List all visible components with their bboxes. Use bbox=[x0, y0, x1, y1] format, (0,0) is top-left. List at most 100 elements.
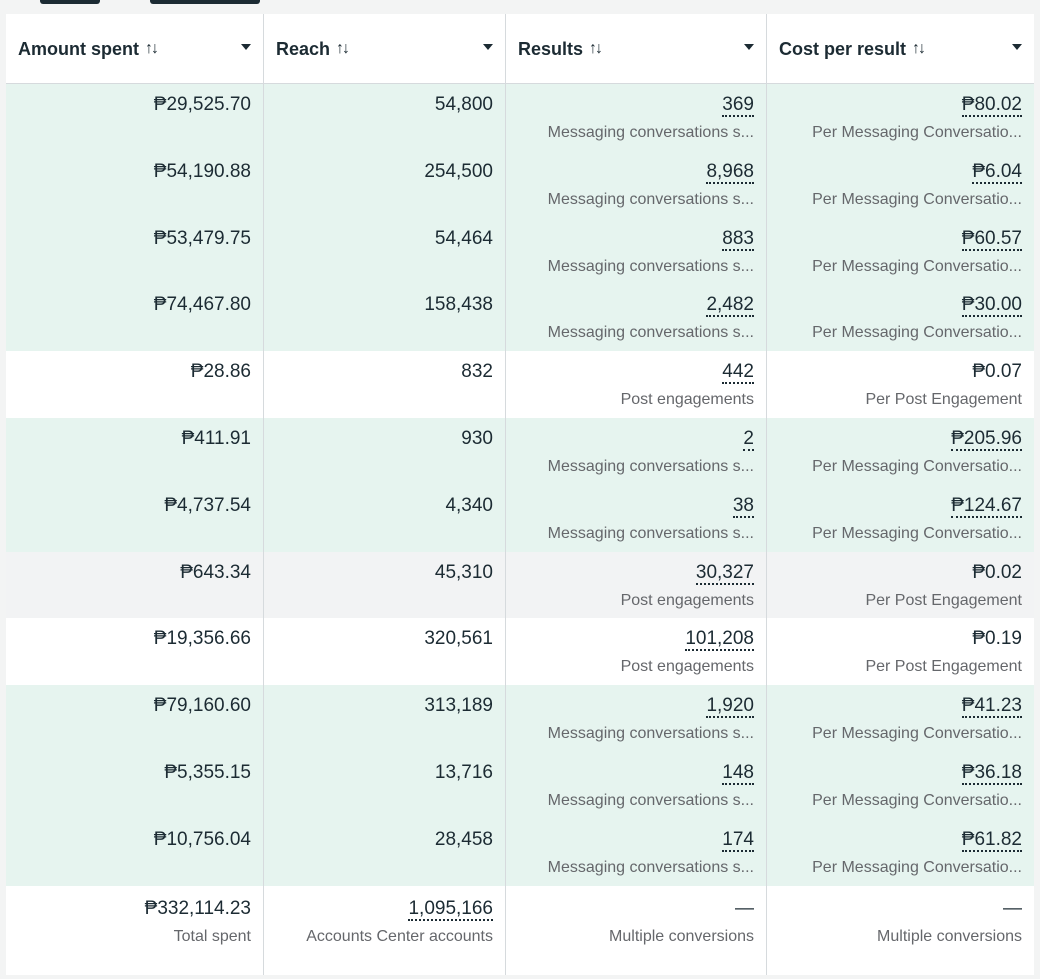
cost-per-result-link[interactable]: ₱80.02 bbox=[961, 94, 1022, 117]
amount-spent-value: ₱28.86 bbox=[190, 361, 251, 383]
column-header-reach[interactable]: Reach ↑↓ bbox=[264, 14, 506, 84]
results-link[interactable]: 30,327 bbox=[695, 561, 754, 585]
cost-type-label: Per Messaging Conversatio... bbox=[812, 324, 1022, 342]
cost-per-result-cell: ₱205.96 Per Messaging Conversatio... bbox=[767, 418, 1034, 485]
sort-arrows-icon[interactable]: ↑↓ bbox=[589, 40, 603, 58]
reach-value: 832 bbox=[461, 361, 493, 383]
table-row[interactable]: ₱4,737.54 4,340 38 Messaging conversations … bbox=[6, 484, 1034, 552]
table-row[interactable]: ₱411.91 930 2 Messaging conversations s... ₱… bbox=[6, 417, 1034, 485]
total-reach-value[interactable]: 1,095,166 bbox=[274, 897, 493, 921]
column-header-label: Results bbox=[518, 38, 584, 59]
cost-per-result-value[interactable]: ₱124.67 bbox=[777, 494, 1022, 518]
results-type-label: Messaging conversations s... bbox=[547, 858, 754, 876]
results-link[interactable]: 2,482 bbox=[706, 294, 754, 318]
table-row[interactable]: ₱5,355.15 13,716 148 Messaging conversation… bbox=[6, 751, 1034, 819]
cost-per-result-link: ₱0.02 bbox=[972, 561, 1022, 583]
results-value[interactable]: 442 bbox=[516, 361, 754, 385]
sort-arrows-icon[interactable]: ↑↓ bbox=[145, 40, 159, 58]
results-link[interactable]: 38 bbox=[732, 494, 754, 518]
results-value[interactable]: 369 bbox=[516, 94, 754, 117]
results-link[interactable]: 174 bbox=[722, 828, 754, 852]
table-row[interactable]: ₱643.34 45,310 30,327 Post engagements ₱0.02… bbox=[6, 551, 1034, 619]
table-row[interactable]: ₱28.86 832 442 Post engagements ₱0.07 Per Pos… bbox=[6, 351, 1034, 418]
results-cell: 174 Messaging conversations s... bbox=[506, 818, 767, 886]
cost-per-result-cell: ₱41.23 Per Messaging Conversatio... bbox=[767, 685, 1034, 752]
results-type-label: Messaging conversations s... bbox=[547, 257, 754, 275]
results-value[interactable]: 8,968 bbox=[516, 160, 754, 184]
reach-value: 4,340 bbox=[445, 494, 493, 516]
amount-spent-cell: ₱29,525.70 bbox=[6, 84, 264, 151]
amount-spent-cell: ₱79,160.60 bbox=[6, 685, 264, 752]
cost-per-result-link[interactable]: ₱36.18 bbox=[961, 761, 1022, 785]
results-link[interactable]: 1,920 bbox=[706, 695, 754, 719]
column-header-label: Amount spent bbox=[18, 38, 139, 59]
table-row[interactable]: ₱74,467.80 158,438 2,482 Messaging conversa… bbox=[6, 284, 1034, 352]
reach-value: 254,500 bbox=[424, 160, 493, 182]
column-header-results[interactable]: Results ↑↓ bbox=[506, 14, 767, 84]
top-strip-cropped bbox=[0, 0, 1040, 14]
cost-per-result-link[interactable]: ₱60.57 bbox=[961, 227, 1022, 251]
amount-spent-value: ₱19,356.66 bbox=[153, 628, 251, 650]
results-value[interactable]: 174 bbox=[516, 828, 754, 852]
column-header-amount-spent[interactable]: Amount spent ↑↓ bbox=[6, 14, 264, 84]
total-amount-cell: ₱332,114.23 Total spent bbox=[6, 885, 264, 975]
results-cell: 101,208 Post engagements bbox=[506, 618, 767, 686]
cost-type-label: Per Messaging Conversatio... bbox=[812, 257, 1022, 275]
cost-per-result-value[interactable]: ₱6.04 bbox=[777, 160, 1022, 184]
cost-per-result-value[interactable]: ₱205.96 bbox=[777, 427, 1022, 451]
cost-per-result-value[interactable]: ₱61.82 bbox=[777, 828, 1022, 852]
table-row[interactable]: ₱53,479.75 54,464 883 Messaging conversatio… bbox=[6, 217, 1034, 285]
results-link[interactable]: 101,208 bbox=[685, 628, 754, 652]
results-value[interactable]: 148 bbox=[516, 761, 754, 785]
sort-arrows-icon[interactable]: ↑↓ bbox=[336, 40, 350, 58]
table-row[interactable]: ₱19,356.66 320,561 101,208 Post engagements… bbox=[6, 618, 1034, 686]
results-link[interactable]: 442 bbox=[722, 361, 754, 385]
results-link[interactable]: 148 bbox=[722, 761, 754, 785]
cost-per-result-link[interactable]: ₱30.00 bbox=[961, 294, 1022, 318]
results-link[interactable]: 883 bbox=[722, 227, 754, 251]
cost-per-result-value[interactable]: ₱60.57 bbox=[777, 227, 1022, 251]
table-row[interactable]: ₱29,525.70 54,800 369 Messaging conversatio… bbox=[6, 84, 1034, 151]
results-cell: 8,968 Messaging conversations s... bbox=[506, 150, 767, 218]
sort-arrows-icon[interactable]: ↑↓ bbox=[912, 40, 926, 58]
results-value[interactable]: 1,920 bbox=[516, 695, 754, 719]
cropped-text-fragment bbox=[40, 0, 100, 4]
results-value[interactable]: 101,208 bbox=[516, 628, 754, 652]
cost-type-label: Per Messaging Conversatio... bbox=[812, 457, 1022, 475]
results-value[interactable]: 883 bbox=[516, 227, 754, 251]
amount-spent-cell: ₱74,467.80 bbox=[6, 284, 264, 352]
results-value[interactable]: 2 bbox=[516, 427, 754, 451]
cost-per-result-link[interactable]: ₱124.67 bbox=[951, 494, 1022, 518]
cost-per-result-link[interactable]: ₱205.96 bbox=[951, 427, 1022, 451]
chevron-down-icon[interactable] bbox=[1012, 44, 1022, 50]
cost-per-result-link[interactable]: ₱6.04 bbox=[972, 160, 1022, 184]
cost-per-result-value[interactable]: ₱41.23 bbox=[777, 695, 1022, 719]
total-results-cell: — Multiple conversions bbox=[506, 885, 767, 975]
table-row[interactable]: ₱54,190.88 254,500 8,968 Messaging conversa… bbox=[6, 150, 1034, 218]
results-link[interactable]: 369 bbox=[722, 94, 754, 117]
results-value[interactable]: 2,482 bbox=[516, 294, 754, 318]
amount-spent-cell: ₱54,190.88 bbox=[6, 150, 264, 218]
table-row[interactable]: ₱10,756.04 28,458 174 Messaging conversatio… bbox=[6, 818, 1034, 886]
total-reach-label: Accounts Center accounts bbox=[306, 927, 493, 945]
results-value[interactable]: 38 bbox=[516, 494, 754, 518]
results-link[interactable]: 2 bbox=[743, 427, 754, 451]
column-header-label: Reach bbox=[276, 38, 331, 59]
cost-per-result-value[interactable]: ₱30.00 bbox=[777, 294, 1022, 318]
results-value[interactable]: 30,327 bbox=[516, 561, 754, 585]
cost-per-result-link[interactable]: ₱41.23 bbox=[961, 695, 1022, 719]
table-row[interactable]: ₱79,160.60 313,189 1,920 Messaging conversa… bbox=[6, 685, 1034, 752]
chevron-down-icon[interactable] bbox=[744, 44, 754, 50]
results-link[interactable]: 8,968 bbox=[706, 160, 754, 184]
cost-per-result-value[interactable]: ₱80.02 bbox=[777, 94, 1022, 117]
total-reach-link[interactable]: 1,095,166 bbox=[408, 897, 493, 921]
table-body: ₱29,525.70 54,800 369 Messaging conversatio… bbox=[6, 84, 1034, 886]
chevron-down-icon[interactable] bbox=[241, 44, 251, 50]
cost-type-label: Per Messaging Conversatio... bbox=[812, 791, 1022, 809]
cost-per-result-link[interactable]: ₱61.82 bbox=[961, 828, 1022, 852]
cost-type-label: Per Messaging Conversatio... bbox=[812, 190, 1022, 208]
cost-per-result-value[interactable]: ₱36.18 bbox=[777, 761, 1022, 785]
chevron-down-icon[interactable] bbox=[483, 44, 493, 50]
cost-type-label: Per Messaging Conversatio... bbox=[812, 124, 1022, 141]
column-header-cost-per-result[interactable]: Cost per result ↑↓ bbox=[767, 14, 1034, 84]
